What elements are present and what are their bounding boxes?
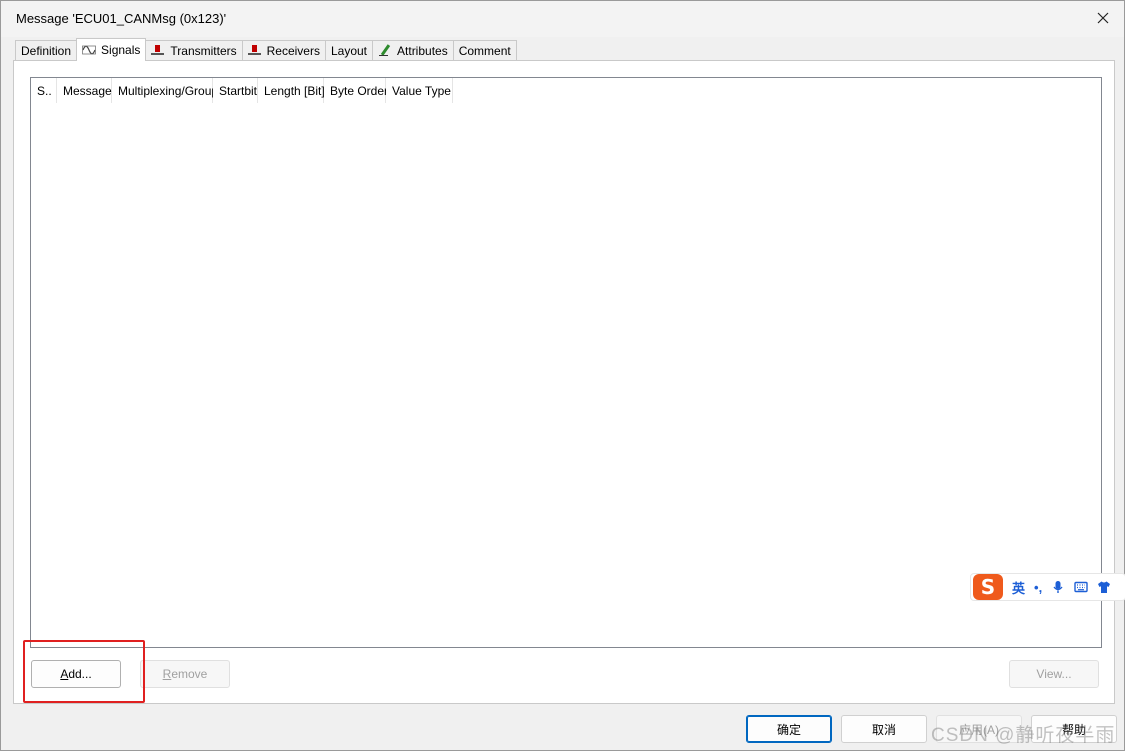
column-header-byte-order[interactable]: Byte Order	[324, 78, 388, 103]
sogou-logo-icon[interactable]: S	[973, 574, 1003, 600]
column-header: S.. Message Multiplexing/Group Startbit …	[31, 78, 453, 103]
ok-button-label: 确定	[776, 722, 801, 737]
signals-list[interactable]: S.. Message Multiplexing/Group Startbit …	[30, 77, 1102, 648]
tab-label: Comment	[458, 44, 511, 58]
column-header-length[interactable]: Length [Bit]	[258, 78, 325, 103]
tab-attributes[interactable]: Attributes	[372, 40, 454, 61]
title-bar: Message 'ECU01_CANMsg (0x123)'	[1, 1, 1124, 37]
cancel-button-label: 取消	[871, 722, 896, 737]
ime-punctuation-toggle[interactable]: •,	[1034, 580, 1042, 595]
skin-shirt-icon[interactable]	[1097, 580, 1111, 594]
tab-layout[interactable]: Layout	[324, 40, 374, 61]
attributes-pen-icon	[378, 45, 392, 57]
signal-wave-icon	[82, 44, 96, 56]
window-title: Message 'ECU01_CANMsg (0x123)'	[16, 11, 227, 26]
apply-button[interactable]: 应用(A)	[936, 715, 1022, 743]
ime-mode-toggle[interactable]: 英	[1012, 578, 1025, 597]
tab-signals[interactable]: Signals	[76, 38, 147, 61]
tab-definition[interactable]: Definition	[15, 40, 78, 61]
apply-button-label: 应用(A)	[959, 722, 999, 737]
close-icon	[1097, 12, 1109, 24]
help-button-label: 帮助	[1061, 722, 1086, 737]
signals-panel: S.. Message Multiplexing/Group Startbit …	[13, 60, 1115, 704]
column-header-message[interactable]: Message	[57, 78, 112, 103]
receiver-icon	[247, 45, 262, 57]
transmitter-icon	[151, 45, 165, 57]
view-button-label: View...	[1036, 667, 1072, 681]
add-button-label: Add...	[60, 667, 92, 681]
tab-label: Attributes	[397, 44, 448, 58]
column-header-startbit[interactable]: Startbit	[213, 78, 258, 103]
tab-comment[interactable]: Comment	[452, 40, 517, 61]
tab-label: Layout	[330, 44, 368, 58]
tab-label: Receivers	[266, 44, 320, 58]
tab-transmitters[interactable]: Transmitters	[145, 40, 243, 61]
tab-label: Transmitters	[170, 44, 237, 58]
remove-button[interactable]: Remove	[140, 660, 230, 688]
message-dialog: Message 'ECU01_CANMsg (0x123)' Definitio…	[0, 0, 1125, 751]
microphone-icon[interactable]	[1051, 580, 1065, 594]
ok-button[interactable]: 确定	[746, 715, 832, 743]
help-button[interactable]: 帮助	[1031, 715, 1117, 743]
tab-receivers[interactable]: Receivers	[241, 40, 326, 61]
add-button[interactable]: Add...	[31, 660, 121, 688]
ime-toolbar[interactable]: S 英 •,	[970, 573, 1125, 601]
view-button[interactable]: View...	[1009, 660, 1099, 688]
column-header-multiplexing[interactable]: Multiplexing/Group	[112, 78, 218, 103]
remove-button-label: Remove	[162, 667, 208, 681]
tab-label: Definition	[21, 44, 72, 58]
keyboard-icon[interactable]	[1074, 580, 1088, 594]
column-header-value-type[interactable]: Value Type	[386, 78, 453, 103]
tab-strip: Definition Signals Transmitters Receiver…	[15, 38, 517, 61]
close-button[interactable]	[1088, 5, 1118, 31]
tab-label: Signals	[101, 43, 141, 57]
column-header-status[interactable]: S..	[31, 78, 57, 103]
cancel-button[interactable]: 取消	[841, 715, 927, 743]
